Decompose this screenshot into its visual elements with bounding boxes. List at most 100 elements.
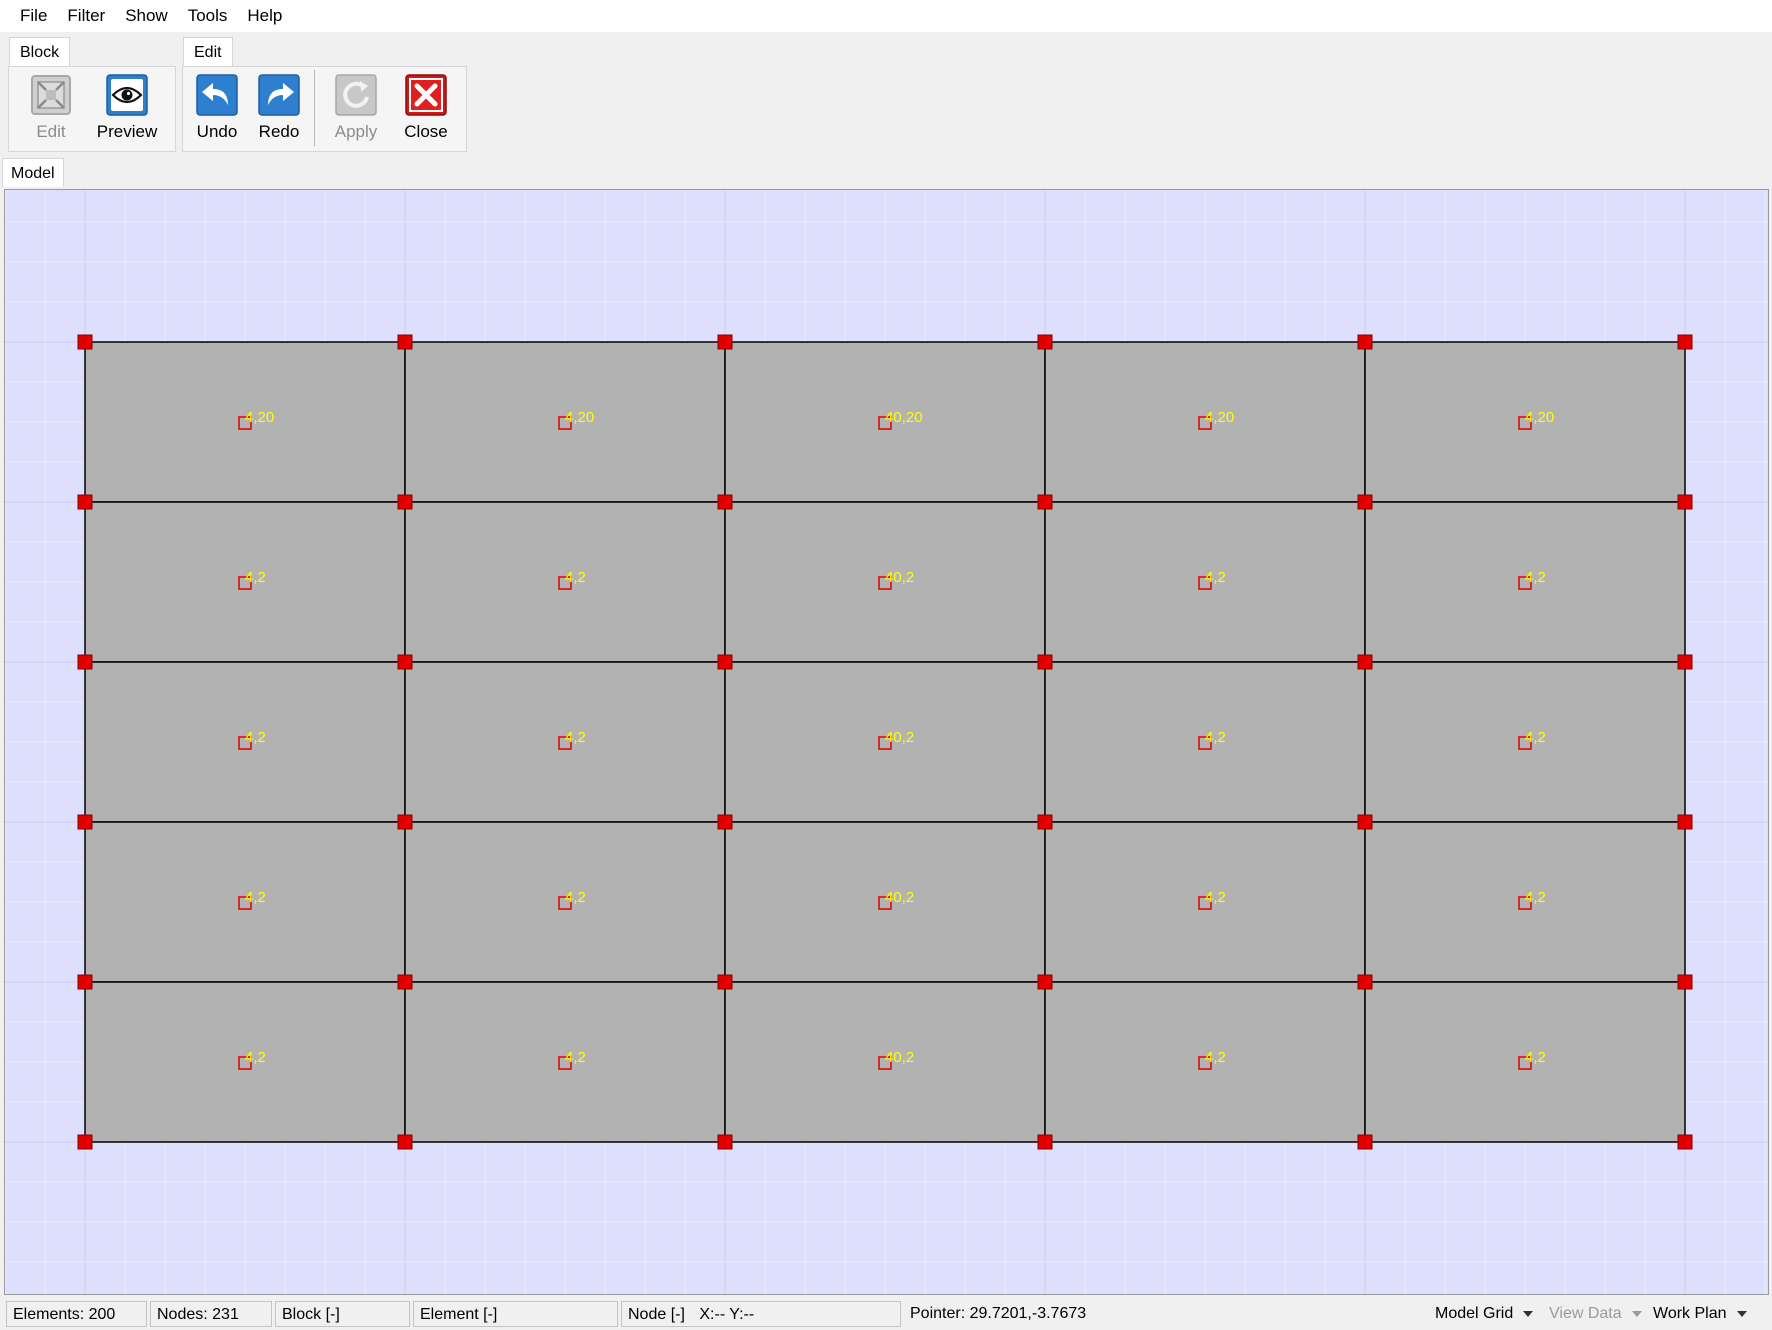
model-node (77, 1134, 93, 1150)
undo-label: Undo (196, 122, 238, 141)
ribbon-tab-block[interactable]: Block (9, 37, 71, 67)
element-label: 4,2 (1525, 1049, 1546, 1066)
view-data-dropdown[interactable]: View Data (1549, 1301, 1642, 1327)
element-label: 4,2 (565, 729, 586, 746)
edit-frame-icon (31, 75, 71, 115)
apply-icon (335, 74, 377, 116)
tab-model[interactable]: Model (2, 158, 64, 187)
model-node (1037, 1134, 1053, 1150)
status-node-id: Node [-] (628, 1306, 685, 1323)
menu-show[interactable]: Show (115, 0, 178, 32)
model-node (717, 814, 733, 830)
element-label: 4,2 (245, 1049, 266, 1066)
model-node (1677, 494, 1693, 510)
work-plan-dropdown[interactable]: Work Plan (1653, 1301, 1747, 1327)
element-label: 4,20 (565, 409, 594, 426)
close-button[interactable]: Close (393, 73, 459, 151)
status-nodes: Nodes: 231 (150, 1301, 272, 1327)
model-node (1677, 334, 1693, 350)
model-node (717, 974, 733, 990)
edit-block-button[interactable]: Edit (18, 73, 84, 151)
element-label: 4,2 (1525, 569, 1546, 586)
preview-button[interactable]: Preview (94, 73, 160, 151)
status-block: Block [-] (275, 1301, 410, 1327)
chevron-down-icon (1631, 1311, 1642, 1317)
ribbon-tab-edit[interactable]: Edit (183, 37, 233, 67)
element-label: 4,20 (1525, 409, 1554, 426)
model-grid-dropdown[interactable]: Model Grid (1435, 1301, 1534, 1327)
element-label: 4,2 (565, 889, 586, 906)
menu-bar: File Filter Show Tools Help (0, 0, 1772, 32)
chevron-down-icon (1736, 1311, 1747, 1317)
status-node: Node [-] X:-- Y:-- (621, 1301, 901, 1327)
close-label: Close (404, 122, 448, 141)
element-label: 4,2 (565, 569, 586, 586)
element-label: 40,2 (885, 1049, 914, 1066)
model-grid-label: Model Grid (1435, 1305, 1514, 1322)
model-node (1677, 814, 1693, 830)
status-bar: Elements: 200 Nodes: 231 Block [-] Eleme… (0, 1298, 1772, 1330)
element-label: 40,2 (885, 569, 914, 586)
element-label: 4,2 (565, 1049, 586, 1066)
work-plan-label: Work Plan (1653, 1305, 1727, 1322)
menu-file[interactable]: File (0, 0, 57, 32)
model-node (1357, 1134, 1373, 1150)
ribbon-separator (314, 70, 315, 146)
element-label: 40,2 (885, 889, 914, 906)
model-node (1357, 814, 1373, 830)
close-icon (405, 74, 447, 116)
model-node (717, 1134, 733, 1150)
model-drawing[interactable]: 4,20 4,20 40,20 4,20 4,20 4,2 4,2 40,2 4,2 4,2 4,2… (5, 190, 1768, 1294)
apply-label: Apply (334, 122, 378, 141)
element-label: 4,2 (1205, 729, 1226, 746)
model-node (1357, 654, 1373, 670)
model-node (717, 654, 733, 670)
eye-icon (106, 74, 148, 116)
element-label: 40,2 (885, 729, 914, 746)
status-element: Element [-] (413, 1301, 618, 1327)
redo-icon (258, 74, 300, 116)
element-label: 4,2 (245, 729, 266, 746)
chevron-down-icon (1523, 1311, 1534, 1317)
model-node (1037, 334, 1053, 350)
undo-button[interactable]: Undo (184, 73, 250, 151)
element-label: 4,2 (1205, 889, 1226, 906)
model-node (77, 814, 93, 830)
undo-icon (196, 74, 238, 116)
element-label: 4,2 (1525, 729, 1546, 746)
model-node (77, 974, 93, 990)
element-label: 4,2 (245, 889, 266, 906)
preview-label: Preview (96, 122, 158, 141)
apply-button[interactable]: Apply (323, 73, 389, 151)
model-canvas[interactable]: 4,20 4,20 40,20 4,20 4,20 4,2 4,2 40,2 4,2 4,2 4,2… (4, 189, 1769, 1295)
menu-filter[interactable]: Filter (57, 0, 115, 32)
model-node (1037, 494, 1053, 510)
model-node (77, 654, 93, 670)
menu-help[interactable]: Help (237, 0, 292, 32)
model-node (397, 814, 413, 830)
element-label: 4,2 (1205, 1049, 1226, 1066)
status-pointer: Pointer: 29.7201,-3.7673 (910, 1305, 1087, 1322)
model-node (1357, 494, 1373, 510)
menu-tools[interactable]: Tools (178, 0, 238, 32)
model-node (77, 334, 93, 350)
model-node (717, 494, 733, 510)
model-node (1037, 654, 1053, 670)
model-node (397, 654, 413, 670)
model-node (1037, 974, 1053, 990)
status-node-xy: X:-- Y:-- (699, 1306, 755, 1323)
element-label: 4,2 (1525, 889, 1546, 906)
element-label: 4,2 (1205, 569, 1226, 586)
element-label: 4,2 (245, 569, 266, 586)
model-node (1677, 1134, 1693, 1150)
view-data-label: View Data (1549, 1305, 1622, 1322)
redo-label: Redo (258, 122, 300, 141)
model-node (1677, 974, 1693, 990)
edit-block-label: Edit (36, 122, 66, 141)
element-label: 4,20 (1205, 409, 1234, 426)
redo-button[interactable]: Redo (246, 73, 312, 151)
model-node (77, 494, 93, 510)
model-node (397, 1134, 413, 1150)
model-node (1357, 334, 1373, 350)
model-node (397, 494, 413, 510)
